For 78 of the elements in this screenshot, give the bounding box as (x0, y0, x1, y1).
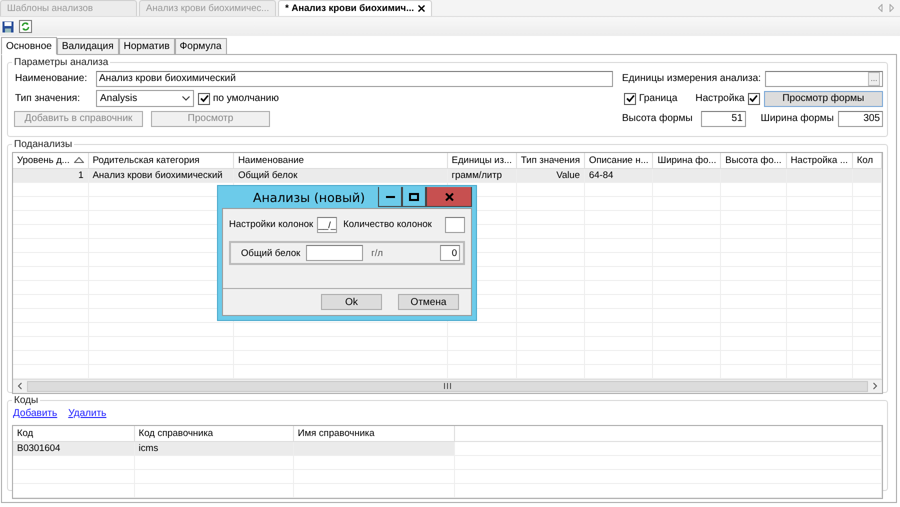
horizontal-scrollbar[interactable] (13, 378, 882, 392)
field-label: Наименование: (14, 73, 88, 84)
column-header[interactable]: Единицы из... (447, 153, 516, 168)
document-tab[interactable]: * Анализ крови биохимич... (278, 0, 432, 16)
table-cell: 1 (13, 168, 88, 182)
action-link[interactable]: Добавить (13, 408, 58, 422)
checkbox-label: Граница (639, 93, 678, 104)
name-field[interactable]: Анализ крови биохимический (96, 70, 613, 86)
close-button[interactable] (426, 187, 472, 207)
field-label: Высота формы (621, 113, 693, 124)
table-cell: Общий белок (234, 168, 448, 182)
field-label: Единицы измерения анализа: (621, 73, 761, 84)
checkbox[interactable] (198, 92, 210, 104)
value-field[interactable] (306, 245, 364, 261)
width-field[interactable]: 305 (838, 110, 883, 126)
close-icon (444, 192, 454, 200)
group-title: Коды (13, 395, 40, 406)
field-label: Общий белок (241, 248, 300, 258)
checkmark-icon (749, 94, 758, 103)
sort-ascending-icon (74, 157, 84, 164)
table-cell: 64-84 (584, 168, 653, 182)
columns-count-field[interactable] (445, 216, 465, 232)
form-preview-button[interactable]: Просмотр формы (764, 90, 883, 106)
column-header[interactable]: Ширина фо... (652, 153, 721, 168)
column-header[interactable]: Код справочника (134, 426, 294, 441)
unit-label: г/л (371, 248, 383, 258)
column-header[interactable]: Родительская категория (88, 153, 234, 168)
cancel-button[interactable]: Отмена (398, 294, 459, 310)
table-cell: B0301604 (13, 441, 134, 455)
browse-button[interactable]: ... (868, 72, 880, 86)
chevron-down-icon (182, 96, 190, 101)
column-header[interactable]: Код (13, 426, 134, 441)
number-field[interactable]: 0 (440, 245, 460, 261)
column-header[interactable]: Высота фо... (720, 153, 786, 168)
grip-icon (444, 383, 451, 389)
maximize-button[interactable] (402, 187, 426, 207)
tab[interactable]: Формула (174, 38, 227, 54)
checkmark-icon (200, 94, 208, 103)
minimize-button[interactable] (378, 187, 402, 207)
tab[interactable]: Норматив (118, 38, 175, 54)
chevron-right-icon[interactable] (870, 381, 880, 391)
checkbox[interactable] (624, 92, 636, 104)
chevron-left-icon[interactable] (15, 381, 25, 391)
action-link[interactable]: Удалить (68, 408, 106, 422)
column-header[interactable]: Уровень д... (13, 153, 88, 168)
column-header[interactable]: Кол (852, 153, 882, 168)
checkbox-label: по умолчанию (213, 93, 279, 104)
column-header[interactable]: Описание н... (584, 153, 653, 168)
checkbox-label: Настройка (695, 93, 745, 104)
column-header[interactable]: Наименование (234, 153, 448, 168)
field-label: Количество колонок (343, 219, 432, 230)
maximize-icon (409, 192, 419, 200)
checkbox[interactable] (748, 92, 760, 104)
refresh-icon[interactable] (19, 20, 32, 33)
dialog-title: Анализы (новый) (252, 190, 366, 204)
save-icon[interactable] (2, 20, 14, 32)
column-header[interactable]: Настройка ... (786, 153, 852, 168)
table-cell: грамм/литр (447, 168, 516, 182)
field-label: Настройки колонок (229, 219, 314, 230)
table-cell: Value (516, 168, 584, 182)
close-icon[interactable] (418, 5, 425, 12)
minimize-icon (386, 195, 394, 198)
units-field[interactable]: ... (764, 70, 883, 86)
table-cell: icms (134, 441, 294, 455)
group-title: Поданализы (13, 139, 74, 150)
column-header[interactable]: Тип значения (516, 153, 584, 168)
field-label: Тип значения: (14, 93, 81, 104)
field-label: Ширина формы (760, 113, 834, 124)
table-cell: Анализ крови биохимический (88, 168, 234, 182)
checkmark-icon (626, 94, 634, 103)
ok-button[interactable]: Ok (321, 294, 382, 310)
height-field[interactable]: 51 (700, 110, 746, 126)
column-header[interactable]: Имя справочника (293, 426, 454, 441)
tab[interactable]: Валидация (56, 38, 119, 54)
type-dropdown[interactable]: Analysis (96, 90, 194, 107)
columns-setting-field[interactable]: __/_ (317, 216, 338, 232)
tab[interactable]: Основное (1, 37, 57, 55)
group-title: Параметры анализа (13, 57, 110, 68)
